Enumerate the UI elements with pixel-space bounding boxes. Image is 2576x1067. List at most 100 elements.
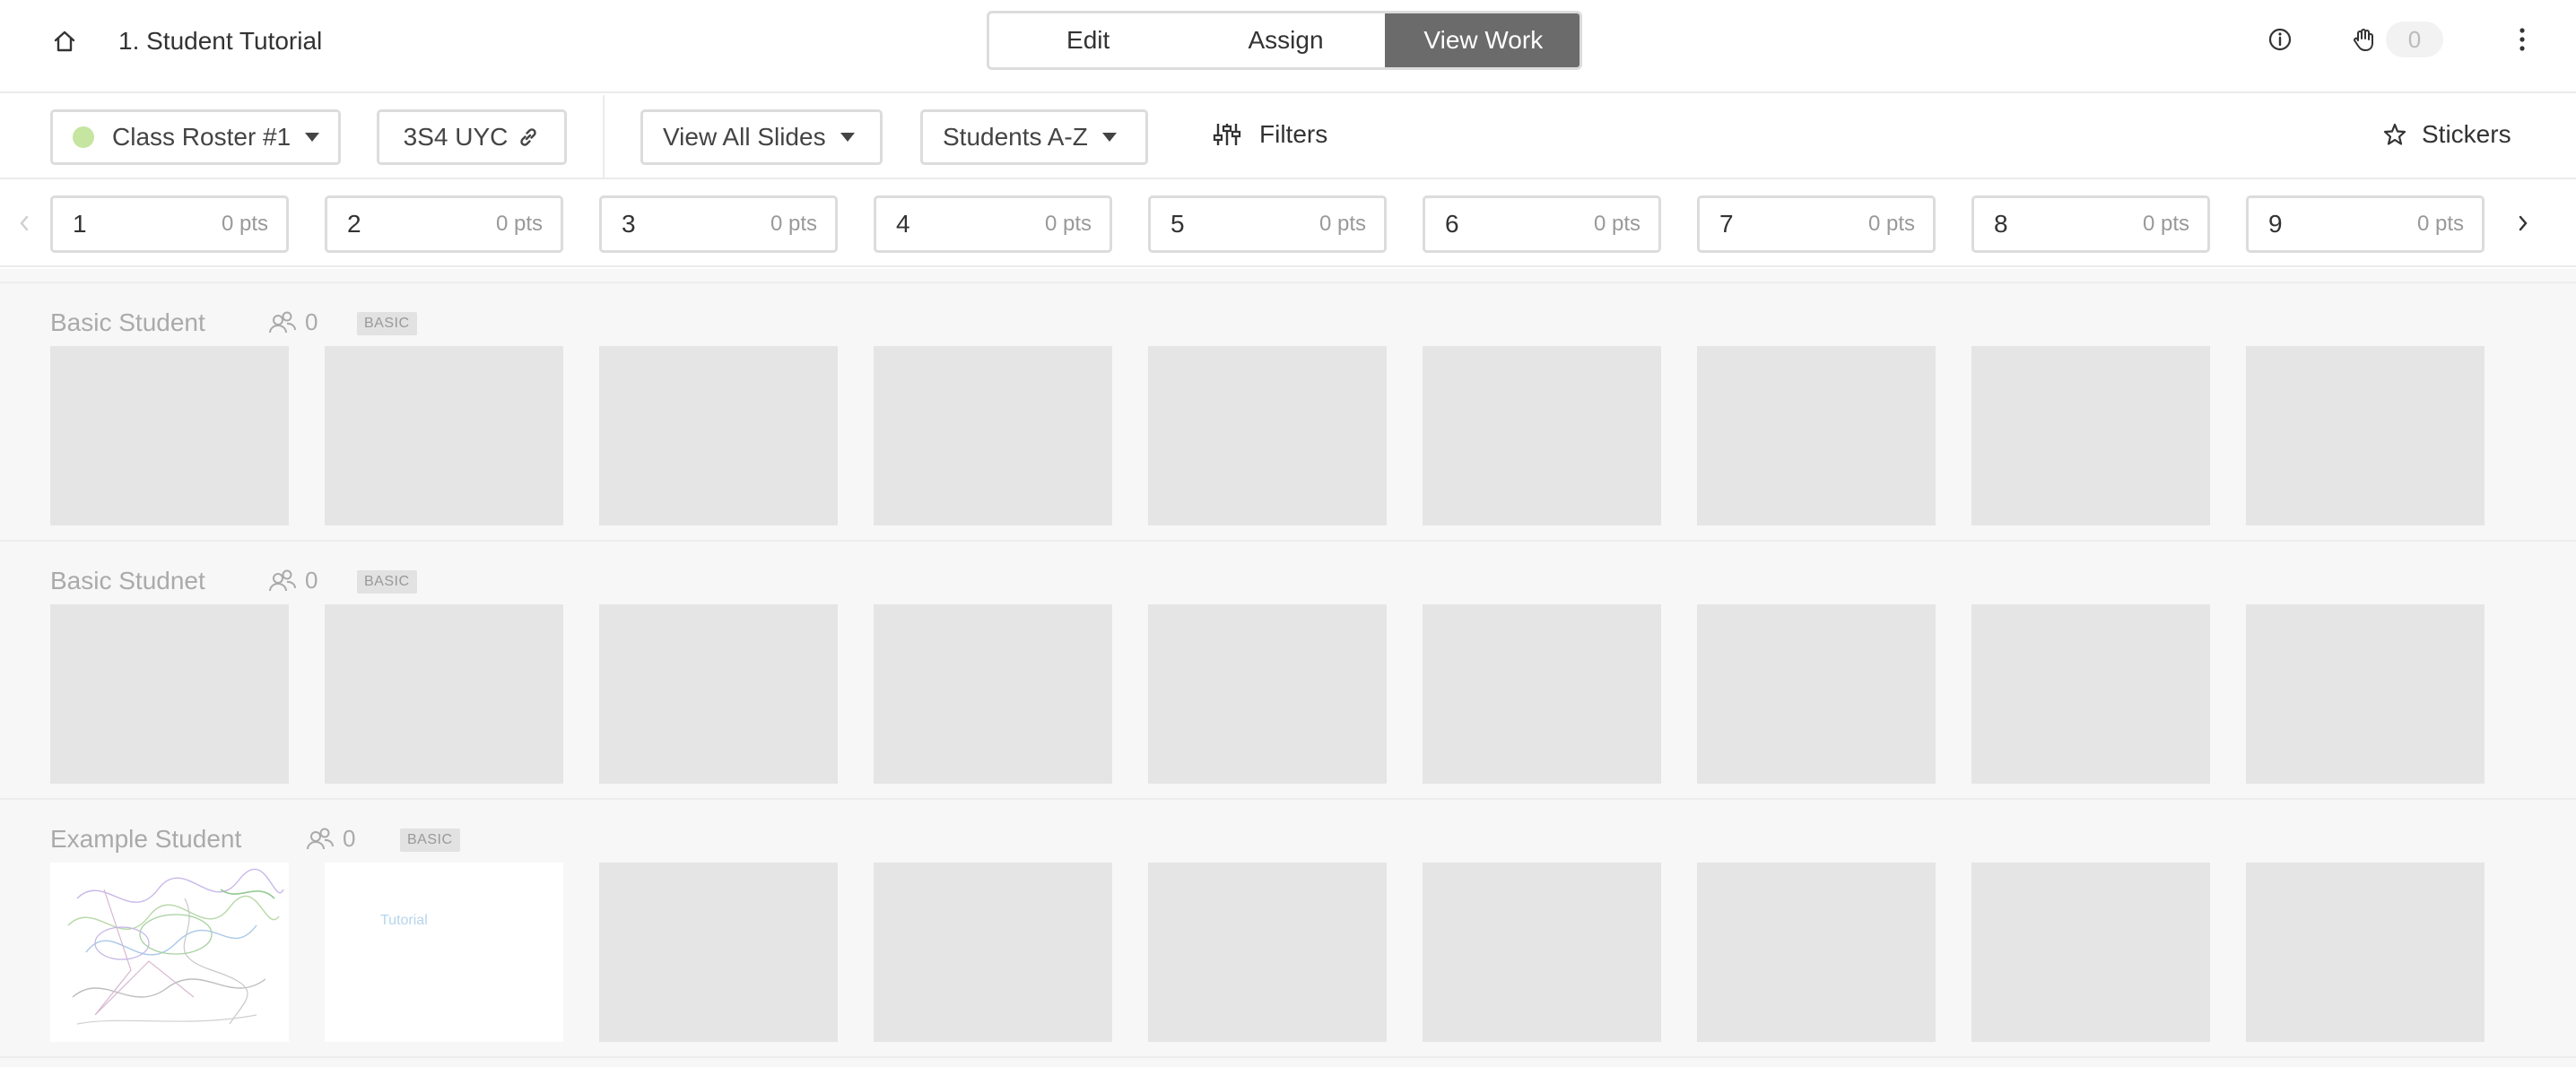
student-row: Example Student 0 BASIC Tutorial: [0, 798, 2576, 1054]
raised-hands-count: 0: [2386, 22, 2443, 57]
student-meta: 0: [267, 567, 318, 594]
filters-button[interactable]: Filters: [1213, 120, 1327, 149]
star-icon: [2383, 123, 2406, 145]
slide-thumbnail[interactable]: [1148, 604, 1387, 784]
top-bar: 1. Student Tutorial Edit Assign View Wor…: [0, 0, 2576, 93]
slide-thumbnail[interactable]: [599, 863, 838, 1042]
row-divider: [0, 1056, 2576, 1067]
sort-label: Students A-Z: [943, 123, 1088, 151]
class-roster-dropdown[interactable]: Class Roster #1: [50, 109, 341, 165]
roster-label: Class Roster #1: [112, 123, 292, 151]
slide-points: 0 pts: [1318, 212, 1366, 236]
slide-thumbnail[interactable]: [1971, 346, 2210, 525]
class-code-button[interactable]: 3S4 UYC: [377, 109, 567, 165]
scroll-right-button[interactable]: [2511, 210, 2535, 237]
level-badge: BASIC: [357, 570, 417, 594]
slide-thumbnail[interactable]: [50, 346, 289, 525]
info-button[interactable]: [2262, 22, 2298, 57]
slide-thumbnail[interactable]: [2246, 863, 2485, 1042]
sliders-icon: [1213, 124, 1241, 145]
slide-thumbnail[interactable]: [1697, 863, 1936, 1042]
slide-thumbnail[interactable]: [874, 863, 1112, 1042]
slide-thumbnail[interactable]: [1697, 346, 1936, 525]
slide-header-2[interactable]: 2 0 pts: [325, 195, 563, 253]
more-options-button[interactable]: [2504, 22, 2540, 57]
slide-thumbnail[interactable]: [1148, 346, 1387, 525]
chevron-right-icon: [2519, 215, 2528, 231]
slide-thumbnail[interactable]: [874, 604, 1112, 784]
slide-thumbnail[interactable]: [325, 346, 563, 525]
slide-thumbnail[interactable]: [1148, 863, 1387, 1042]
slide-thumbnail[interactable]: [325, 604, 563, 784]
link-icon: [520, 128, 537, 146]
slide-header-9[interactable]: 9 0 pts: [2246, 195, 2485, 253]
chevron-left-icon: [20, 215, 29, 231]
slide-thumbnail[interactable]: [1971, 863, 2210, 1042]
slide-thumbnail[interactable]: [599, 346, 838, 525]
slide-points: 0 pts: [2416, 212, 2464, 236]
slide-header-7[interactable]: 7 0 pts: [1697, 195, 1936, 253]
home-button[interactable]: [47, 23, 83, 59]
roster-color-dot: [73, 126, 94, 148]
slide-number: 7: [1719, 210, 1734, 238]
slide-thumbnail[interactable]: [1423, 863, 1661, 1042]
slide-thumbnail[interactable]: [1971, 604, 2210, 784]
slide-thumbnail[interactable]: [874, 346, 1112, 525]
slide-header-5[interactable]: 5 0 pts: [1148, 195, 1387, 253]
toolbar: Class Roster #1 3S4 UYC View All Slides …: [0, 95, 2576, 179]
slide-points: 0 pts: [2142, 212, 2189, 236]
slide-thumbnail[interactable]: [2246, 604, 2485, 784]
slide-header-4[interactable]: 4 0 pts: [874, 195, 1112, 253]
class-code: 3S4 UYC: [403, 123, 509, 151]
stickers-button[interactable]: Stickers: [2382, 120, 2511, 149]
slide-thumbnail[interactable]: [1697, 604, 1936, 784]
slide-header-6[interactable]: 6 0 pts: [1423, 195, 1661, 253]
slide-number: 6: [1445, 210, 1459, 238]
slide-number: 5: [1171, 210, 1185, 238]
slide-thumbnail[interactable]: [50, 604, 289, 784]
slide-points: 0 pts: [1593, 212, 1640, 236]
raised-hands-button[interactable]: 0: [2350, 20, 2443, 59]
more-vertical-icon: [2519, 28, 2525, 51]
scroll-left-button[interactable]: [13, 210, 36, 237]
student-count: 0: [305, 308, 318, 335]
filters-label: Filters: [1259, 120, 1328, 148]
slide-thumbnail[interactable]: [1423, 346, 1661, 525]
toolbar-divider: [603, 95, 605, 179]
slide-header-1[interactable]: 1 0 pts: [50, 195, 289, 253]
slide-thumbnail[interactable]: [599, 604, 838, 784]
slide-points: 0 pts: [1044, 212, 1092, 236]
slide-points: 0 pts: [221, 212, 268, 236]
mode-switch: Edit Assign View Work: [987, 11, 1582, 70]
slide-header-3[interactable]: 3 0 pts: [599, 195, 838, 253]
student-name[interactable]: Basic Student: [50, 308, 205, 337]
slide-thumbnail[interactable]: [2246, 346, 2485, 525]
student-count: 0: [305, 567, 318, 594]
users-icon: [307, 828, 335, 849]
tab-assign[interactable]: Assign: [1187, 13, 1384, 67]
slides-filter-label: View All Slides: [663, 123, 826, 151]
student-name[interactable]: Basic Studnet: [50, 567, 205, 595]
student-name[interactable]: Example Student: [50, 825, 241, 854]
tab-view-work[interactable]: View Work: [1384, 13, 1580, 67]
stickers-label: Stickers: [2422, 120, 2511, 148]
slide-number: 2: [347, 210, 361, 238]
slide-header-8[interactable]: 8 0 pts: [1971, 195, 2210, 253]
slide-number: 1: [73, 210, 87, 238]
slide-number: 8: [1994, 210, 2008, 238]
tab-edit[interactable]: Edit: [989, 13, 1187, 67]
thumbnail-text: Tutorial: [380, 913, 428, 928]
slides-filter-dropdown[interactable]: View All Slides: [640, 109, 883, 165]
sort-dropdown[interactable]: Students A-Z: [920, 109, 1148, 165]
slide-thumbnail-text[interactable]: Tutorial: [325, 863, 563, 1042]
level-badge: BASIC: [357, 312, 417, 335]
slide-number: 4: [896, 210, 910, 238]
home-icon: [54, 30, 75, 52]
slide-thumbnail[interactable]: [1423, 604, 1661, 784]
info-icon: [2268, 28, 2292, 51]
student-work-grid: Basic Student 0 BASIC Basic Studnet 0 BA…: [0, 269, 2576, 1067]
hand-icon: [2354, 29, 2373, 51]
slide-thumbnail-drawing[interactable]: [50, 863, 289, 1042]
lesson-title: 1. Student Tutorial: [118, 27, 323, 55]
chevron-down-icon: [1101, 133, 1117, 142]
